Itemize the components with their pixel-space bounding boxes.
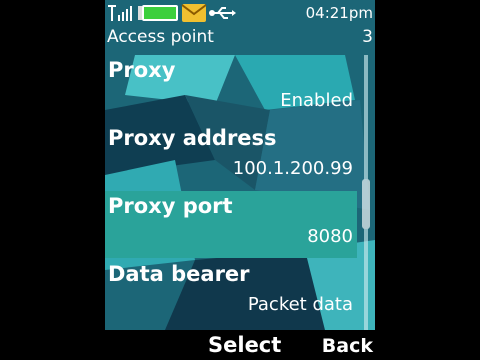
battery-icon [138,5,178,21]
list-item-proxy[interactable]: Proxy Enabled [105,55,357,122]
status-icons [108,4,236,22]
item-label: Proxy address [108,126,277,150]
item-label: Data bearer [108,262,250,286]
item-label: Proxy [108,58,176,82]
phone-screen: 04:21pm Access point 3 Proxy Enabled Pro… [105,0,375,360]
item-value: 8080 [307,226,353,247]
item-value: 100.1.200.99 [232,158,353,179]
status-bar: 04:21pm [105,0,375,27]
clock: 04:21pm [305,4,373,22]
item-index: 3 [362,27,373,47]
message-icon [181,4,207,22]
item-value: Enabled [280,90,353,111]
list-item-proxy-port[interactable]: Proxy port 8080 [105,191,357,258]
list-item-proxy-address[interactable]: Proxy address 100.1.200.99 [105,123,357,190]
title-bar: Access point 3 [105,27,375,51]
scrollbar[interactable] [362,55,370,330]
list-item-data-bearer[interactable]: Data bearer Packet data [105,259,357,326]
signal-icon [108,5,132,21]
item-label: Proxy port [108,194,233,218]
back-softkey[interactable]: Back [322,335,373,357]
usb-icon [209,7,236,19]
select-softkey[interactable]: Select [208,333,281,357]
softkey-bar: Select Back [105,330,375,360]
item-value: Packet data [247,294,353,315]
page-title: Access point [107,27,214,47]
scroll-thumb[interactable] [362,179,370,229]
